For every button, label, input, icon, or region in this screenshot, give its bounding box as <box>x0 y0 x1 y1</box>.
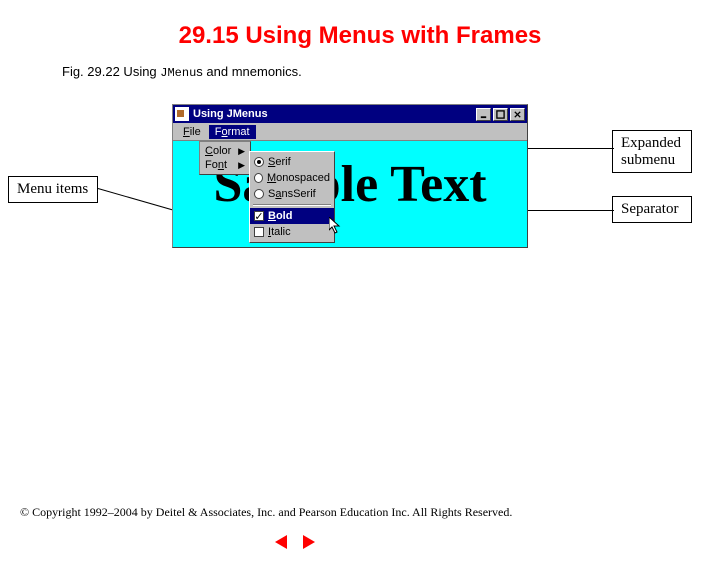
submenu-item-monospaced[interactable]: Monospaced <box>250 170 334 186</box>
close-button[interactable] <box>510 108 525 121</box>
caption-code: JMenu <box>160 66 196 80</box>
prev-slide-button[interactable] <box>272 532 292 552</box>
next-slide-button[interactable] <box>298 532 318 552</box>
chevron-right-icon: ▶ <box>238 146 245 157</box>
radio-off-icon <box>254 173 263 183</box>
font-submenu: Serif Monospaced SansSerif ✓ Bold It <box>249 151 335 243</box>
annotation-menu-items: Menu items <box>8 176 98 203</box>
nav-buttons <box>272 532 318 552</box>
annotation-separator: Separator <box>612 196 692 223</box>
menubar: File Format <box>173 123 527 141</box>
submenu-item-serif[interactable]: Serif <box>250 154 334 170</box>
minimize-button[interactable] <box>476 108 491 121</box>
menu-item-font[interactable]: Font ▶ <box>200 158 250 172</box>
menu-file-rest: ile <box>190 126 201 138</box>
format-dropdown: Color ▶ Font ▶ <box>199 141 251 175</box>
app-window: Using JMenus File Format Sample Text Col… <box>172 104 528 248</box>
checkbox-checked-icon: ✓ <box>254 211 264 221</box>
checkbox-unchecked-icon <box>254 227 264 237</box>
radio-off-icon <box>254 189 264 199</box>
caption-suffix: s and mnemonics. <box>196 64 302 79</box>
maximize-button[interactable] <box>493 108 508 121</box>
titlebar: Using JMenus <box>173 105 527 123</box>
java-icon <box>175 107 189 121</box>
slide-title: 29.15 Using Menus with Frames <box>0 22 720 50</box>
submenu-item-italic[interactable]: Italic <box>250 224 334 240</box>
menu-item-color[interactable]: Color ▶ <box>200 144 250 158</box>
figure-caption: Fig. 29.22 Using JMenus and mnemonics. <box>62 64 720 80</box>
caption-prefix: Fig. 29.22 Using <box>62 64 160 79</box>
submenu-item-bold[interactable]: ✓ Bold <box>250 208 334 224</box>
copyright: © Copyright 1992–2004 by Deitel & Associ… <box>20 505 512 520</box>
client-area: Sample Text Color ▶ Font ▶ Serif <box>173 141 527 247</box>
figure-stage: Menu items Expanded submenu Separator Us… <box>0 98 720 338</box>
radio-on-icon <box>254 157 264 167</box>
submenu-separator <box>253 204 331 206</box>
cursor-icon <box>329 217 343 235</box>
menu-format-rest: rmat <box>228 126 250 138</box>
menu-file[interactable]: File <box>177 125 207 139</box>
submenu-item-sansserif[interactable]: SansSerif <box>250 186 334 202</box>
menu-format[interactable]: Format <box>209 125 256 139</box>
window-title: Using JMenus <box>193 108 474 120</box>
annotation-expanded-submenu: Expanded submenu <box>612 130 692 173</box>
chevron-right-icon: ▶ <box>238 160 245 171</box>
